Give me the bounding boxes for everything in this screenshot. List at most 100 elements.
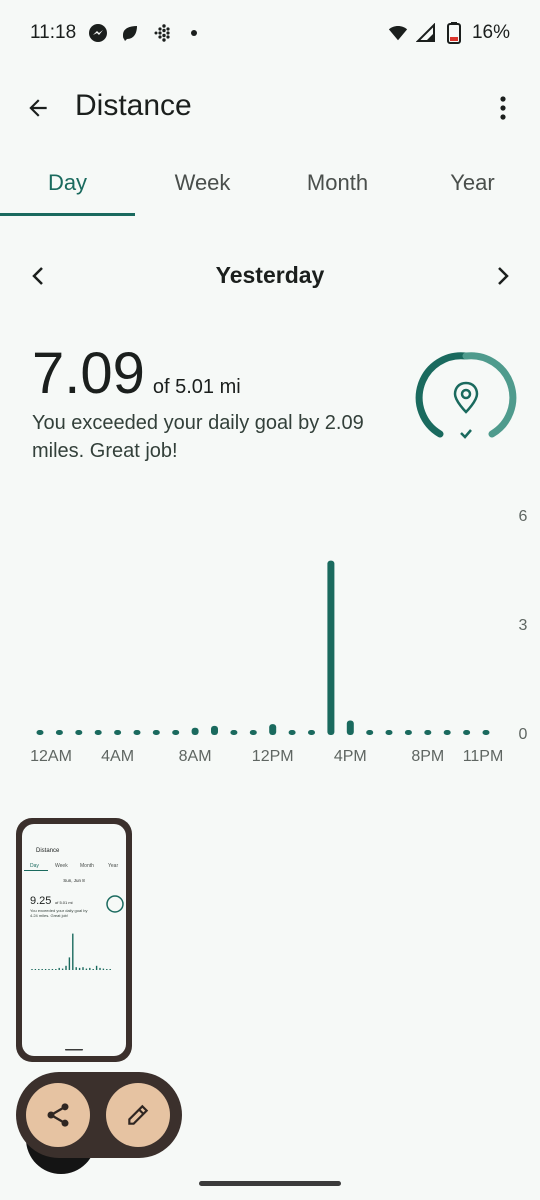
preview-chart-bar <box>68 957 71 970</box>
preview-chart-bar <box>102 968 105 970</box>
next-day-button[interactable] <box>487 260 519 292</box>
preview-goal: of 5.01 mi <box>55 900 73 905</box>
preview-title: Distance <box>36 848 60 854</box>
more-vert-icon <box>500 96 506 120</box>
preview-chart-bar <box>75 967 77 970</box>
preview-chart-bar <box>55 969 57 970</box>
preview-chart-bar <box>89 967 91 970</box>
distance-bar-chart: 6 3 0 12AM 4AM 8AM 12PM 4PM 8PM 11PM <box>30 508 528 765</box>
x-tick-label: 12PM <box>252 748 294 765</box>
preview-screen: Distance Day Week Month Year Sun, Jun 8 … <box>22 824 126 1056</box>
date-label: Yesterday <box>215 262 325 288</box>
chart-bar <box>443 730 451 735</box>
tab-year[interactable]: Year <box>405 150 540 216</box>
preview-chart-bar <box>92 969 94 970</box>
share-icon <box>47 1103 69 1127</box>
back-button[interactable] <box>20 90 56 126</box>
status-time: 11:18 <box>30 22 77 43</box>
preview-chart-bar <box>34 969 37 970</box>
chart-bar <box>482 730 490 735</box>
preview-message: You exceeded your daily goal by 4.24 mil… <box>30 908 88 918</box>
home-indicator[interactable] <box>199 1181 341 1186</box>
status-bar: 11:18 16% <box>0 0 540 66</box>
preview-chart-bar <box>106 969 108 970</box>
preview-chart-bar <box>51 969 54 970</box>
chart-bar <box>346 720 354 735</box>
chart-bar <box>36 730 44 735</box>
page-title: Distance <box>75 89 192 122</box>
preview-tab-year: Year <box>108 863 118 869</box>
preview-chart-bar <box>41 969 43 970</box>
chart-bar <box>55 730 63 735</box>
preview-chart-bar <box>78 967 81 970</box>
chart-bar <box>191 727 199 735</box>
preview-chart <box>31 933 111 970</box>
goal-progress-ring <box>414 350 518 446</box>
preview-chart-bar <box>85 968 88 970</box>
chart-bar <box>288 730 296 735</box>
check-icon <box>460 429 472 439</box>
preview-chart-bar <box>72 933 74 970</box>
x-tick-label: 4AM <box>101 748 134 765</box>
x-tick-label: 8PM <box>411 748 444 765</box>
date-navigator: Yesterday <box>0 252 540 300</box>
preview-date: Sun, Jun 8 <box>63 878 85 883</box>
preview-chart-bar <box>58 967 60 970</box>
messenger-icon <box>88 23 108 43</box>
x-tick-label: 4PM <box>334 748 367 765</box>
chart-bar <box>230 730 238 735</box>
period-tabs: Day Week Month Year <box>0 150 540 216</box>
fitbit-icon <box>152 23 172 43</box>
battery-icon <box>444 22 464 44</box>
preview-chart-bar <box>38 969 40 970</box>
chart-bar <box>114 730 122 735</box>
chart-bar <box>75 730 83 735</box>
chart-bar <box>172 730 180 735</box>
more-options-button[interactable] <box>488 90 518 126</box>
chevron-right-icon <box>498 267 509 285</box>
screenshot-actions <box>16 1072 182 1158</box>
dot-icon <box>184 23 204 43</box>
chart-bar <box>269 724 277 735</box>
y-tick-label: 6 <box>519 508 528 525</box>
screenshot-preview[interactable]: Distance Day Week Month Year Sun, Jun 8 … <box>16 818 132 1062</box>
edit-pencil-icon <box>128 1104 149 1125</box>
preview-tab-week: Week <box>55 863 68 869</box>
preview-chart-bar <box>48 969 50 970</box>
distance-summary: 7.09 of 5.01 mi <box>32 340 241 407</box>
chart-bar <box>152 730 160 735</box>
preview-chart-bar <box>109 969 111 970</box>
chart-bar <box>463 730 471 735</box>
share-button[interactable] <box>26 1083 90 1147</box>
battery-percent: 16% <box>471 22 510 43</box>
goal-message: You exceeded your daily goal by 2.09 mil… <box>32 412 364 462</box>
chart-bar <box>327 560 335 735</box>
app-bar: Distance <box>0 72 540 144</box>
chart-bar <box>249 730 257 735</box>
y-tick-label: 3 <box>519 617 528 634</box>
tab-day[interactable]: Day <box>0 150 135 216</box>
preview-tab-day: Day <box>30 863 39 869</box>
signal-icon <box>415 23 436 43</box>
preview-tab-month: Month <box>80 863 94 869</box>
distance-value: 7.09 <box>32 341 145 406</box>
location-pin-icon <box>453 381 479 414</box>
arrow-back-icon <box>29 99 47 117</box>
y-tick-label: 0 <box>519 726 528 743</box>
distance-goal: of 5.01 mi <box>152 376 241 398</box>
preview-chart-bar <box>44 969 47 970</box>
x-tick-label: 12AM <box>30 748 72 765</box>
chart-bar <box>94 730 102 735</box>
edit-button[interactable] <box>106 1083 170 1147</box>
tab-month[interactable]: Month <box>270 150 405 216</box>
chart-bar <box>366 730 374 735</box>
distance-chart: 6 3 0 12AM 4AM 8AM 12PM 4PM 8PM 11PM <box>0 500 540 780</box>
preview-chart-bar <box>61 968 64 970</box>
chart-bar <box>385 730 393 735</box>
preview-chart-bar <box>31 969 33 970</box>
x-tick-label: 11PM <box>463 748 504 765</box>
preview-value: 9.25 <box>30 895 51 907</box>
leaf-icon <box>120 23 140 43</box>
wifi-icon <box>388 23 408 43</box>
tab-week[interactable]: Week <box>135 150 270 216</box>
